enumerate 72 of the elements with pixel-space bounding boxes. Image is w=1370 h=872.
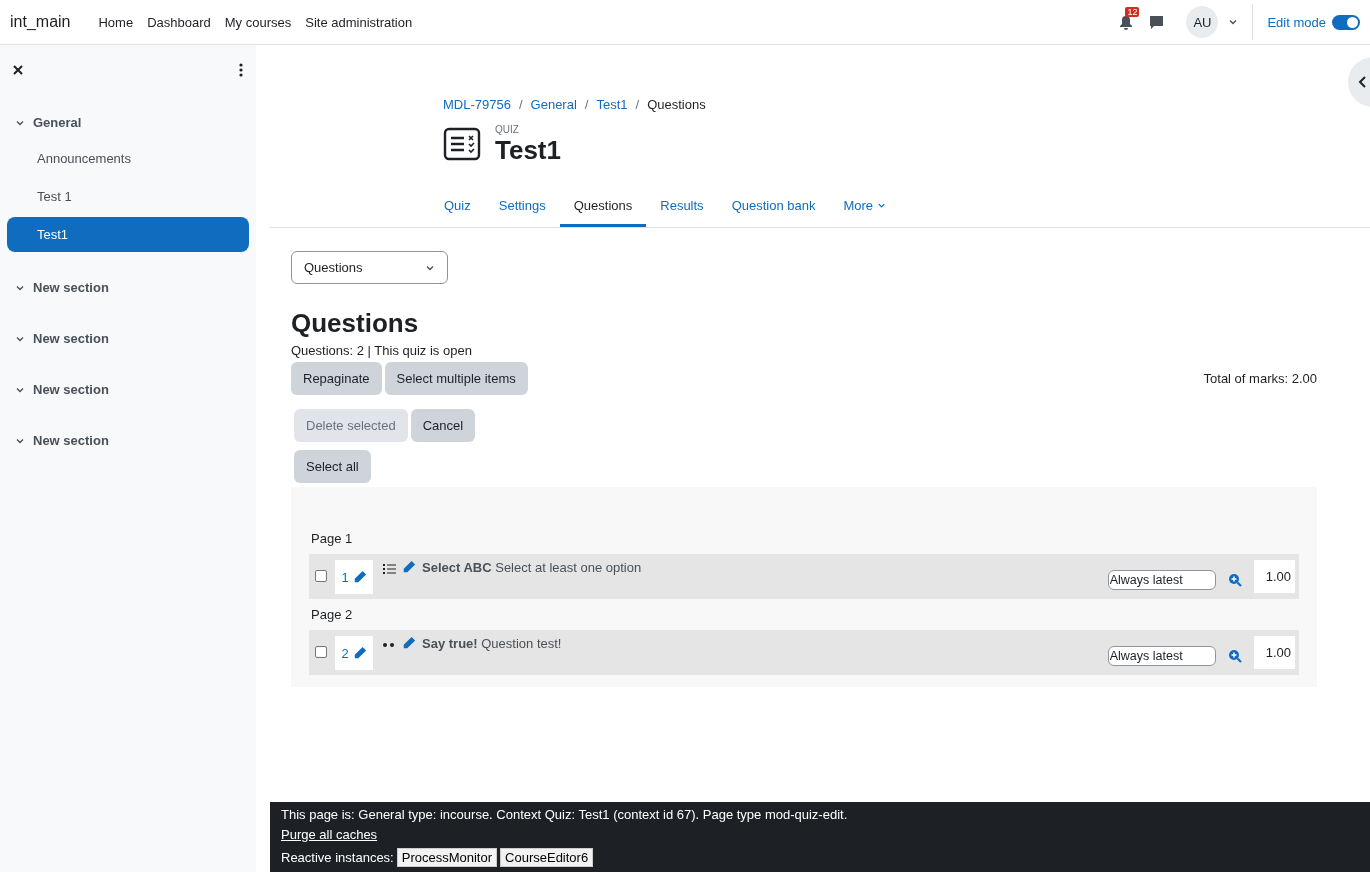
user-avatar[interactable]: AU	[1186, 6, 1219, 38]
section-title[interactable]: General	[33, 115, 82, 130]
max-mark[interactable]: 1.00	[1253, 636, 1295, 669]
bell-icon[interactable]	[1119, 14, 1134, 30]
quiz-status: Questions: 2 | This quiz is open	[291, 343, 473, 358]
total-marks: Total of marks: 2.00	[1203, 371, 1317, 386]
activity-type: QUIZ	[495, 124, 520, 135]
site-name[interactable]: int_main	[10, 13, 71, 31]
section-title[interactable]: New section	[33, 331, 109, 346]
current-page-label: Questions	[647, 97, 706, 112]
pencil-icon[interactable]	[352, 570, 367, 584]
nav-link[interactable]: Dashboard	[147, 14, 211, 30]
tab[interactable]: Results	[646, 188, 718, 227]
pencil-icon[interactable]	[352, 646, 367, 660]
purge-caches-link[interactable]: Purge all caches	[281, 827, 378, 842]
sidebar-item[interactable]: Announcements	[7, 141, 249, 176]
question-title: Say true! Question test!	[422, 636, 562, 651]
tab[interactable]: Settings	[484, 188, 560, 227]
caret-icon[interactable]	[1228, 17, 1239, 27]
reactive-instance-button[interactable]: CourseEditor6	[500, 848, 594, 867]
zoom-in-icon[interactable]	[1227, 572, 1242, 587]
pencil-icon[interactable]	[402, 560, 416, 574]
close-icon[interactable]	[13, 65, 23, 75]
section-heading: Questions	[291, 308, 420, 339]
page-info: This page is: General type: incourse. Context Quiz: Test1 (context id 67). Page type mod-quiz-edit.	[281, 806, 849, 824]
breadcrumb-link[interactable]: Test1	[596, 97, 628, 112]
checklist-icon	[443, 127, 483, 163]
reactive-instance-button[interactable]: ProcessMonitor	[396, 848, 498, 867]
section-title[interactable]: New section	[33, 280, 109, 295]
zoom-in-icon[interactable]	[1227, 648, 1242, 663]
reactive-label: Reactive instances:	[281, 850, 394, 865]
max-mark[interactable]: 1.00	[1253, 560, 1295, 593]
select-all-button[interactable]: Select all	[294, 450, 371, 483]
section-title[interactable]: New section	[33, 382, 109, 397]
tab[interactable]: Quiz	[430, 188, 485, 227]
breadcrumb-link[interactable]: MDL-79756	[443, 97, 511, 112]
chevron-left-icon[interactable]	[1358, 76, 1368, 88]
question-number[interactable]: 1	[335, 560, 373, 594]
nav-link[interactable]: Home	[98, 14, 134, 30]
version-select[interactable]: Always latest	[1107, 645, 1216, 666]
page-title: Test1	[495, 135, 561, 166]
action-button[interactable]: Cancel	[410, 409, 476, 442]
nav-link[interactable]: My courses	[224, 14, 292, 30]
view-select[interactable]: Questions	[291, 251, 448, 284]
tab[interactable]: Questions	[559, 188, 647, 227]
more-icon[interactable]	[239, 63, 243, 77]
action-button[interactable]: Repaginate	[291, 362, 382, 395]
action-button[interactable]: Select multiple items	[384, 362, 528, 395]
edit-mode-label: Edit mode	[1267, 14, 1326, 30]
question-checkbox[interactable]	[315, 646, 327, 658]
page-label: Page 2	[311, 607, 354, 622]
sidebar-item[interactable]: Test1	[7, 217, 249, 252]
breadcrumb-link[interactable]: General	[530, 97, 577, 112]
notification-count: 12	[1125, 6, 1140, 17]
pencil-icon[interactable]	[402, 636, 416, 650]
tab[interactable]: Question bank	[717, 188, 830, 227]
chat-icon[interactable]	[1149, 14, 1165, 30]
question-checkbox[interactable]	[315, 570, 327, 582]
dots-icon	[383, 643, 396, 647]
version-select[interactable]: Always latest	[1107, 569, 1216, 590]
sidebar-item[interactable]: Test 1	[7, 179, 249, 214]
page-label: Page 1	[311, 531, 354, 546]
list-icon	[383, 563, 396, 575]
question-number[interactable]: 2	[335, 636, 373, 670]
breadcrumb-separator: /	[635, 97, 640, 112]
section-title[interactable]: New section	[33, 433, 109, 448]
breadcrumb-separator: /	[518, 97, 523, 112]
question-title: Select ABC Select at least one option	[422, 560, 642, 575]
edit-mode-toggle[interactable]	[1332, 14, 1360, 30]
nav-link[interactable]: Site administration	[305, 14, 413, 30]
tab[interactable]: More	[829, 188, 901, 227]
breadcrumb-separator: /	[584, 97, 589, 112]
